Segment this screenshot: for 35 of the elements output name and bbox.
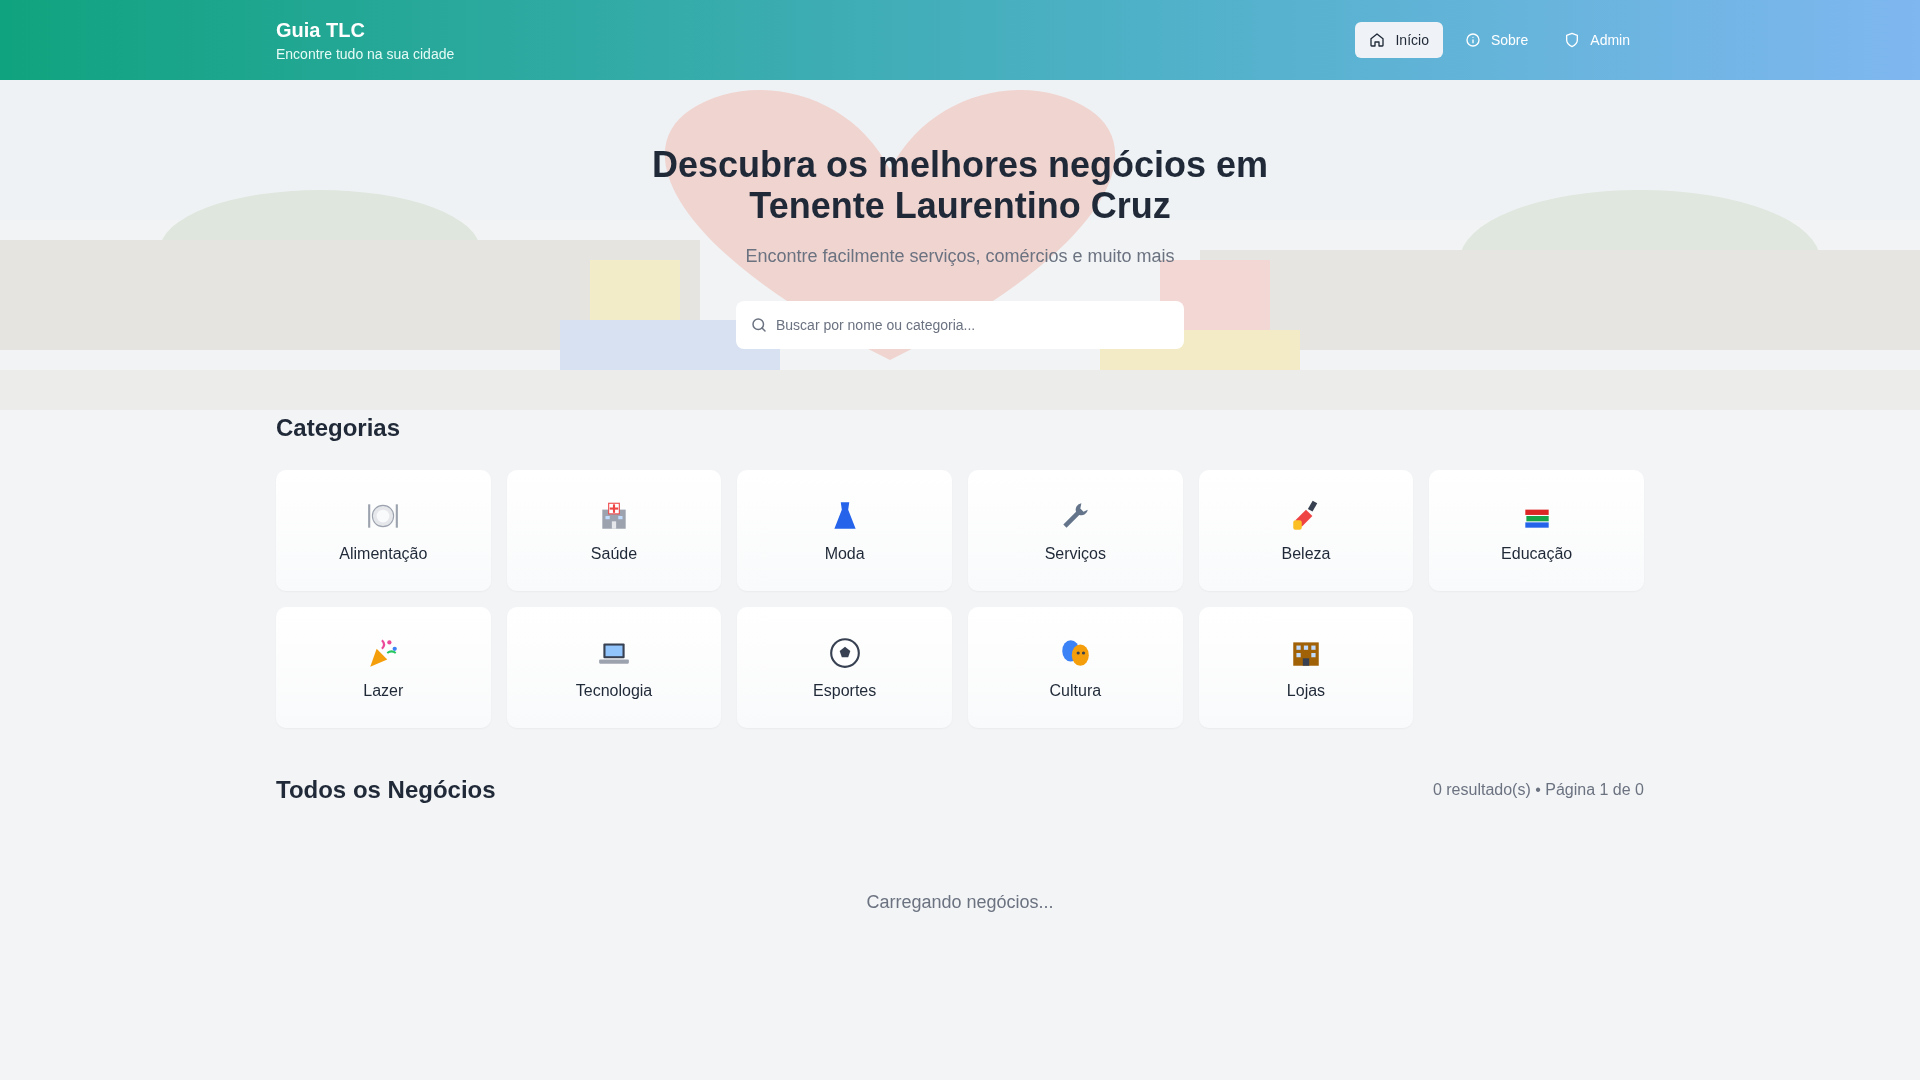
category-card[interactable]: Moda	[737, 470, 952, 591]
section-heading: Todos os Negócios	[276, 776, 496, 804]
results-summary: 0 resultado(s) • Página 1 de 0	[1432, 781, 1644, 799]
search-field[interactable]: Buscar por nome ou categoria...	[736, 301, 1184, 349]
info-icon	[1464, 32, 1481, 48]
category-label: Saúde	[590, 544, 638, 563]
category-card[interactable]: Cultura	[968, 607, 1183, 728]
section-heading: Categorias	[276, 414, 402, 442]
category-card[interactable]: Lojas	[1198, 607, 1414, 728]
category-card[interactable]: Esportes	[737, 607, 952, 728]
category-card[interactable]: Educação	[1429, 470, 1644, 591]
category-label: Lojas	[1286, 681, 1326, 700]
category-card[interactable]: Saúde	[506, 470, 722, 591]
category-card[interactable]: Beleza	[1198, 470, 1414, 591]
category-label: Alimentação	[339, 544, 428, 563]
hero-subtitle: Encontre facilmente serviços, comércios e muito mais	[745, 246, 1175, 267]
category-label: Educação	[1501, 544, 1573, 563]
loading-message: Carregando negócios...	[865, 892, 1055, 913]
category-label: Tecnologia	[575, 681, 653, 700]
shield-icon	[1564, 32, 1581, 48]
nav-link[interactable]: Início	[1355, 22, 1443, 58]
category-label: Serviços	[1044, 544, 1106, 563]
category-card[interactable]: Serviços	[968, 470, 1183, 591]
ball-icon	[827, 635, 862, 670]
home-icon	[1369, 32, 1386, 48]
category-label: Lazer	[363, 681, 404, 700]
category-label: Esportes	[813, 681, 877, 700]
category-card[interactable]: Tecnologia	[506, 607, 722, 728]
site-tagline: Encontre tudo na sua cidade	[276, 45, 455, 62]
category-label: Beleza	[1281, 544, 1331, 563]
category-card[interactable]: Lazer	[276, 607, 491, 728]
category-label: Moda	[824, 544, 865, 563]
category-label: Cultura	[1049, 681, 1102, 700]
category-card[interactable]: Alimentação	[276, 470, 491, 591]
hero-heading: Descubra os melhores negócios em Tenente Laurentino Cruz	[650, 144, 1270, 226]
